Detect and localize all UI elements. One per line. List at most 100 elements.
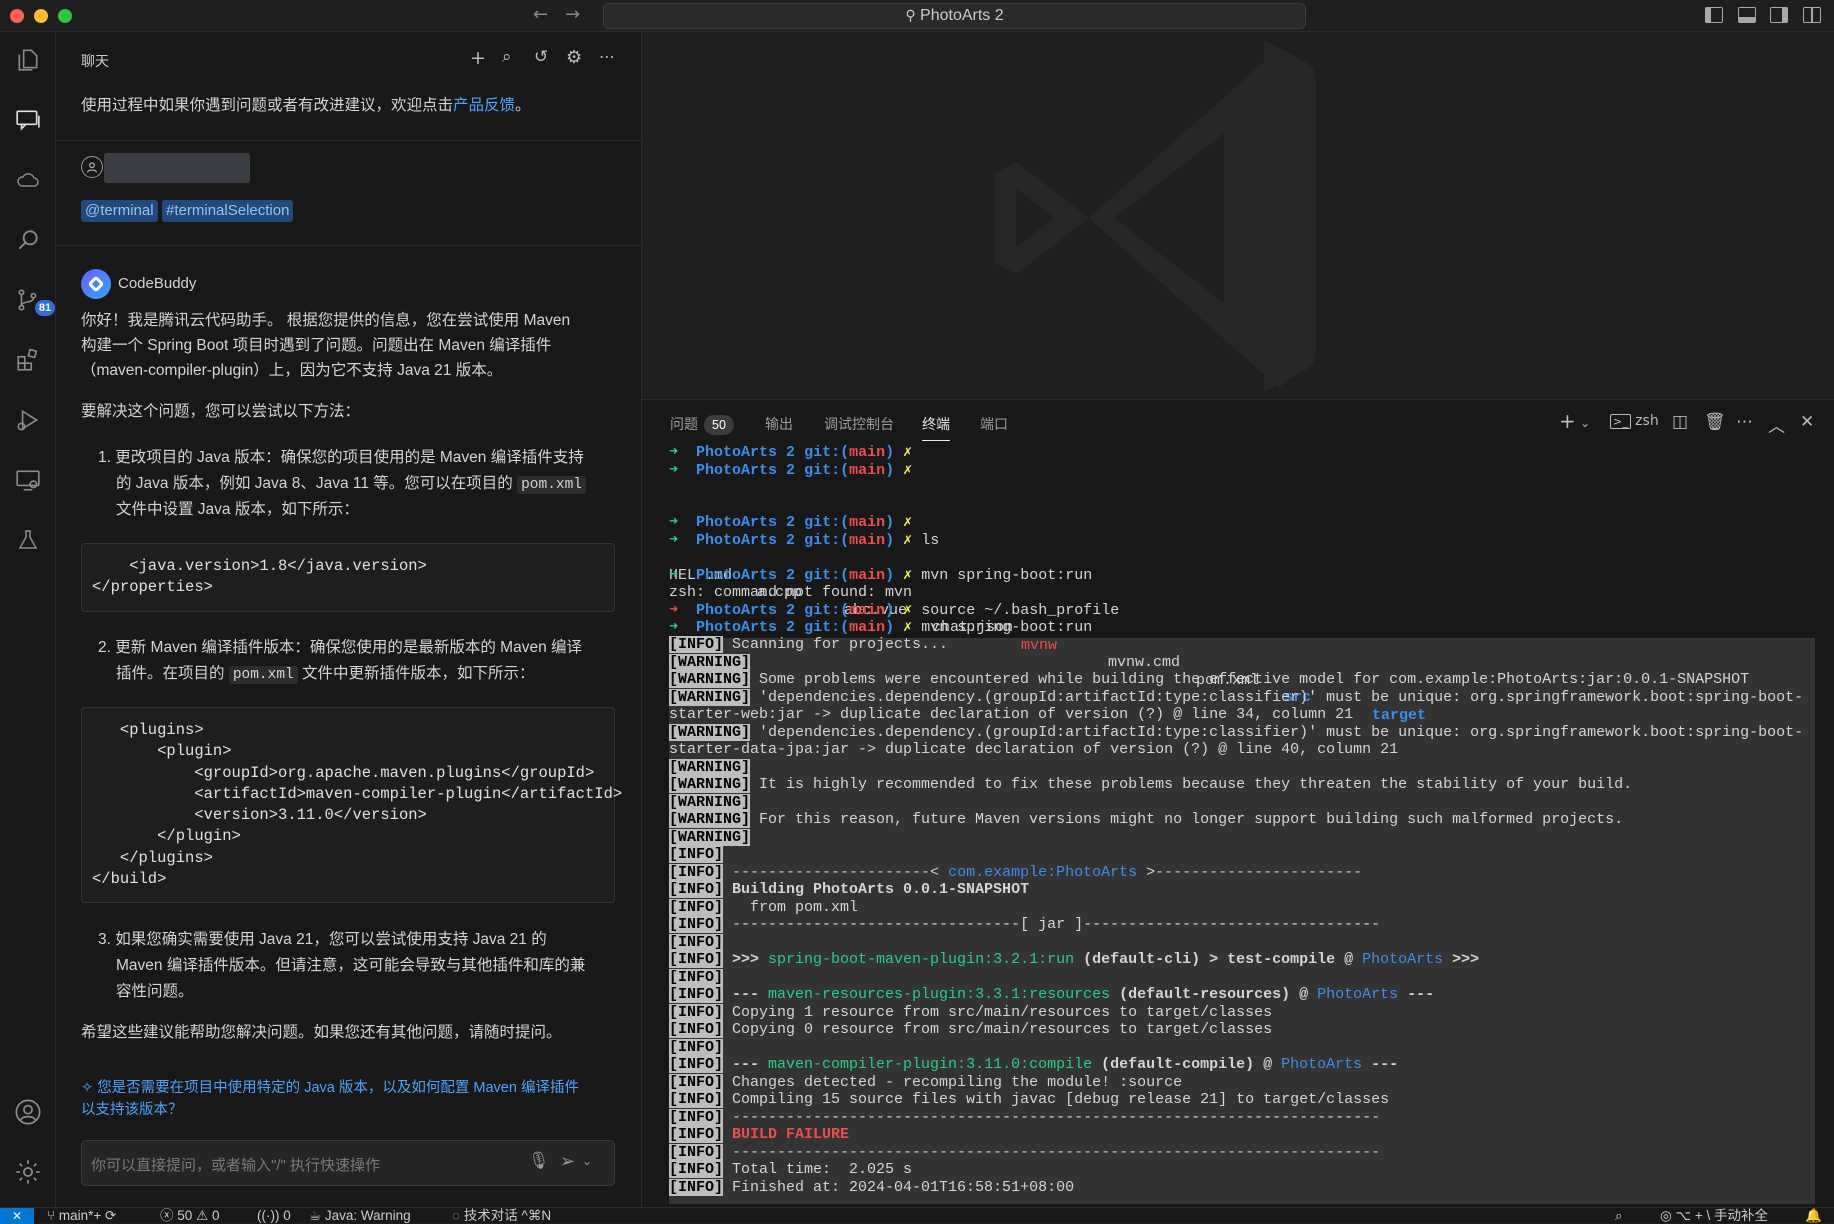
- status-bar: ✕ ⑂ main*+ ⟳ ⓧ 50 ⚠ 0 ((·)) 0 ☕ Java: Wa…: [0, 1207, 1834, 1224]
- log-line: [WARNING] It is highly recommended to fi…: [669, 776, 1633, 793]
- chat-input[interactable]: 你可以直接提问，或者输入"/" 执行快速操作 🎙 ➢ ⌄: [81, 1140, 615, 1186]
- item3-line-2: Maven 编译插件版本。但请注意，这可能会导致与其他插件和库的兼: [116, 957, 586, 974]
- send-options-chevron-icon[interactable]: ⌄: [582, 1154, 592, 1168]
- close-window-button[interactable]: [10, 9, 24, 23]
- warning-icon: ⚠: [196, 1208, 209, 1223]
- maximize-panel-chevron-up-icon[interactable]: ︿: [1768, 412, 1785, 437]
- item1-line-3: 文件中设置 Java 版本，如下所示：: [116, 501, 359, 518]
- item1-line-1: 1. 更改项目的 Java 版本：确保您的项目使用的是 Maven 编译插件支持: [98, 449, 584, 466]
- title-bar: ← → ⚲ PhotoArts 2: [0, 0, 1834, 32]
- ports-status[interactable]: ((·)) 0: [257, 1208, 291, 1224]
- toggle-secondary-sidebar-icon[interactable]: [1770, 7, 1788, 23]
- split-terminal-icon[interactable]: ◫: [1672, 412, 1688, 432]
- tab-problems-label: 问题: [670, 416, 698, 432]
- prompt-line-ls: ➜ PhotoArts 2 git:(main) ✗ ls: [669, 531, 940, 549]
- user-avatar-icon: [81, 156, 103, 178]
- customize-layout-icon[interactable]: [1803, 7, 1821, 23]
- toggle-panel-icon[interactable]: [1738, 7, 1756, 23]
- bot-name: CodeBuddy: [118, 275, 197, 292]
- item3-line-3: 容性问题。: [116, 983, 194, 1000]
- close-panel-icon[interactable]: ✕: [1800, 412, 1814, 432]
- tab-problems[interactable]: 问题 50: [670, 414, 734, 435]
- kill-terminal-trash-icon[interactable]: 🗑: [1704, 412, 1726, 432]
- log-line: [WARNING]: [669, 758, 751, 776]
- problems-count-badge: 50: [704, 415, 734, 435]
- cloud-icon[interactable]: [10, 162, 46, 198]
- microphone-icon[interactable]: 🎙: [528, 1151, 550, 1171]
- forward-arrow-icon[interactable]: →: [565, 4, 580, 25]
- ls-output: HELP.md a.cpp abc.vue chat.json mvnw mvn…: [669, 566, 1427, 724]
- chat-header: 聊天 + ⌕ ↺ ⚙ ⋯: [56, 32, 641, 87]
- prompt-line-mvn-2: ➜ PhotoArts 2 git:(main) ✗ mvn spring-bo…: [669, 619, 1093, 636]
- intro-line-2: 构建一个 Spring Boot 项目时遇到了问题。问题出在 Maven 编译插…: [81, 337, 552, 354]
- chat-search-icon[interactable]: ⌕: [502, 47, 512, 67]
- run-debug-icon[interactable]: [10, 402, 46, 438]
- settings-gear-icon[interactable]: [10, 1154, 46, 1190]
- git-branch[interactable]: ⑂ main*+ ⟳: [47, 1208, 116, 1224]
- tab-ports[interactable]: 端口: [980, 414, 1008, 434]
- sync-icon: ⟳: [105, 1208, 117, 1223]
- terminal-tag[interactable]: @terminal: [81, 200, 158, 222]
- command-center-search[interactable]: ⚲ PhotoArts 2: [603, 3, 1306, 29]
- log-line: [INFO] --------------------------------[…: [669, 916, 1381, 933]
- shell-selector[interactable]: >_ zsh: [1610, 413, 1659, 429]
- chat-title: 聊天: [81, 53, 109, 69]
- log-line: [INFO] Compiling 15 source files with ja…: [669, 1091, 1390, 1108]
- log-line: [WARNING]: [669, 793, 751, 811]
- new-chat-icon[interactable]: +: [470, 47, 486, 69]
- chat-settings-icon[interactable]: ⚙: [566, 47, 582, 68]
- log-line: [INFO] --- maven-compiler-plugin:3.11.0:…: [669, 1056, 1399, 1073]
- account-icon[interactable]: [10, 1094, 46, 1130]
- vscode-watermark-icon: [994, 40, 1316, 392]
- chat-icon[interactable]: [10, 102, 46, 138]
- completion-status[interactable]: ◎ ⌥ + \ 手动补全: [1660, 1208, 1768, 1224]
- tab-debug-console[interactable]: 调试控制台: [824, 414, 894, 434]
- panel-more-actions-icon[interactable]: ⋯: [1736, 412, 1753, 432]
- chat-bubble-icon: ◌: [452, 1208, 461, 1223]
- minimize-window-button[interactable]: [34, 9, 48, 23]
- item1-text: 的 Java 版本，例如 Java 8、Java 11 等。您可以在项目的: [116, 475, 518, 492]
- prompt-line: ➜ PhotoArts 2 git:(main) ✗: [669, 444, 913, 461]
- explorer-icon[interactable]: [10, 42, 46, 78]
- log-line: [INFO]: [669, 933, 724, 951]
- code-block-plugins: <plugins> <plugin> <groupId>org.apache.m…: [81, 707, 622, 903]
- java-status[interactable]: ☕ Java: Warning: [309, 1208, 411, 1224]
- send-icon[interactable]: ➢: [560, 1151, 575, 1172]
- terminal-output[interactable]: ➜ PhotoArts 2 git:(main) ✗ ➜ PhotoArts 2…: [669, 444, 1829, 1204]
- item2-text-b: 文件中更新插件版本，如下所示：: [297, 665, 535, 682]
- tab-terminal[interactable]: 终端: [922, 414, 950, 441]
- search-icon[interactable]: [10, 222, 46, 258]
- back-arrow-icon[interactable]: ←: [533, 4, 548, 25]
- remote-indicator-icon[interactable]: ✕: [0, 1208, 34, 1224]
- branch-icon: ⑂: [47, 1208, 56, 1223]
- maximize-window-button[interactable]: [58, 9, 72, 23]
- editor-area: [642, 32, 1834, 399]
- scm-badge: 81: [35, 300, 55, 316]
- terminal-selection-tag[interactable]: #terminalSelection: [162, 200, 294, 222]
- inline-code-pom-2: pom.xml: [228, 666, 298, 684]
- item3-line-1: 3. 如果您确实需要使用 Java 21，您可以尝试使用支持 Java 21 的: [98, 931, 547, 948]
- window-title: PhotoArts 2: [920, 7, 1004, 24]
- source-control-icon[interactable]: 81: [10, 282, 55, 318]
- chat-shortcut-status[interactable]: ◌ 技术对话 ^⌘N: [452, 1208, 551, 1224]
- zoom-icon[interactable]: ⌕: [1615, 1208, 1623, 1224]
- feedback-link[interactable]: 产品反馈: [453, 97, 515, 114]
- problems-status[interactable]: ⓧ 50 ⚠ 0: [160, 1208, 219, 1224]
- new-terminal-icon[interactable]: +: [1559, 409, 1576, 433]
- prompt-line-mvn: ➜ PhotoArts 2 git:(main) ✗ mvn spring-bo…: [669, 566, 1093, 584]
- history-icon[interactable]: ↺: [534, 47, 548, 67]
- log-line: [INFO] ----------------------< com.examp…: [669, 863, 1363, 881]
- feedback-text: 使用过程中如果你遇到问题或者有改进建议，欢迎点击: [81, 97, 454, 114]
- feedback-end: 。: [515, 97, 531, 114]
- remote-explorer-icon[interactable]: [10, 462, 46, 498]
- toggle-sidebar-icon[interactable]: [1705, 7, 1723, 23]
- log-line: [INFO] from pom.xml: [669, 898, 859, 916]
- more-actions-icon[interactable]: ⋯: [599, 47, 615, 66]
- extensions-icon[interactable]: [10, 342, 46, 378]
- tab-output[interactable]: 输出: [765, 414, 793, 434]
- terminal-dropdown-chevron-icon[interactable]: ⌄: [1580, 416, 1590, 430]
- testing-icon[interactable]: [10, 522, 46, 558]
- notifications-bell-icon[interactable]: 🔔: [1805, 1208, 1822, 1224]
- suggested-question[interactable]: ✧ 您是否需要在项目中使用特定的 Java 版本，以及如何配置 Maven 编译…: [81, 1077, 579, 1121]
- shell-name: zsh: [1635, 413, 1659, 429]
